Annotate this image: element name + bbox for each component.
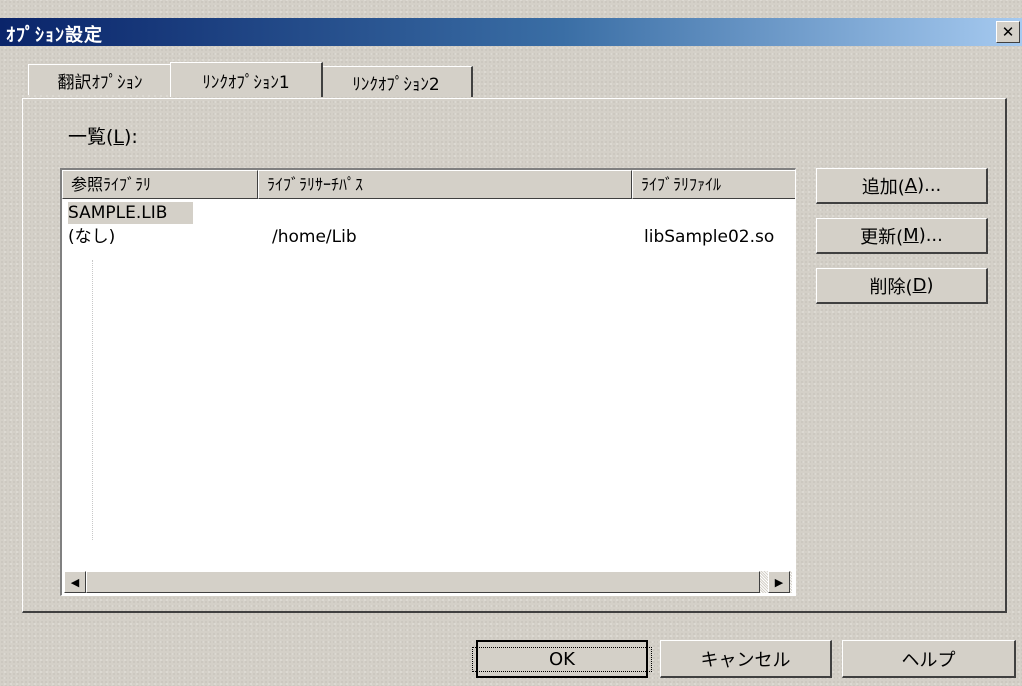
close-icon: ✕: [1001, 22, 1015, 41]
tab-label: 翻訳ｵﾌﾟｼｮﾝ: [57, 72, 143, 93]
cancel-button[interactable]: キャンセル: [660, 640, 832, 678]
tab-panel: [22, 98, 1007, 613]
help-button[interactable]: ヘルプ: [842, 640, 1016, 678]
title-bar[interactable]: ｵﾌﾟｼｮﾝ設定 ✕: [0, 18, 1022, 46]
options-dialog: ｵﾌﾟｼｮﾝ設定 ✕ 翻訳ｵﾌﾟｼｮﾝ ﾘﾝｸｵﾌﾟｼｮﾝ1 ﾘﾝｸｵﾌﾟｼｮﾝ…: [0, 0, 1022, 686]
ok-button[interactable]: OK: [472, 640, 652, 678]
tab-label: ﾘﾝｸｵﾌﾟｼｮﾝ1: [202, 72, 290, 93]
tab-link-options-1[interactable]: ﾘﾝｸｵﾌﾟｼｮﾝ1: [170, 62, 323, 97]
tab-label: ﾘﾝｸｵﾌﾟｼｮﾝ2: [352, 74, 440, 95]
tab-translate-options[interactable]: 翻訳ｵﾌﾟｼｮﾝ: [28, 64, 173, 95]
tab-link-options-2[interactable]: ﾘﾝｸｵﾌﾟｼｮﾝ2: [320, 66, 473, 97]
window-title: ｵﾌﾟｼｮﾝ設定: [6, 25, 103, 46]
close-button[interactable]: ✕: [996, 21, 1020, 43]
